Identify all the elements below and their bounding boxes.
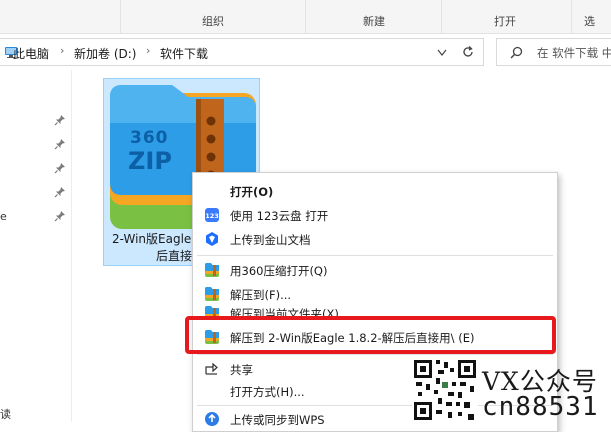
360zip-icon — [204, 262, 220, 278]
menu-item-label: 上传或同步到WPS — [230, 412, 325, 428]
breadcrumb-separator-icon: › — [146, 44, 150, 57]
breadcrumb-drive-d[interactable]: 新加卷 (D:) — [74, 45, 136, 62]
wps-cloud-icon — [204, 411, 220, 427]
nav-item-cut-label[interactable]: 读 — [0, 406, 11, 422]
search-box[interactable]: 在 软件下载 中 — [496, 38, 611, 66]
360zip-icon — [204, 286, 220, 302]
breadcrumb-separator-icon: › — [60, 44, 64, 57]
address-bar[interactable]: › 此电脑 › 新加卷 (D:) › 软件下载 — [0, 38, 484, 66]
qr-code — [412, 358, 478, 422]
share-icon — [204, 361, 220, 377]
watermark-line2: cn88531 — [482, 392, 599, 422]
refresh-icon[interactable] — [461, 45, 475, 59]
ribbon-label-new: 新建 — [363, 13, 385, 29]
kdocs-icon — [204, 231, 220, 247]
ribbon-label-organize: 组织 — [202, 13, 224, 29]
svg-text:ZIP: ZIP — [128, 147, 172, 175]
chevron-down-icon[interactable] — [437, 49, 447, 57]
pin-icon[interactable] — [54, 186, 66, 198]
menu-item-upload-kdocs[interactable]: 上传到金山文档 — [193, 227, 557, 251]
menu-item-label: 打开方式(H)... — [230, 384, 305, 400]
search-placeholder: 在 软件下载 中 — [537, 45, 611, 61]
svg-text:123: 123 — [205, 212, 219, 220]
ribbon-label-select: 选 — [584, 13, 595, 29]
svg-text:360: 360 — [130, 128, 169, 148]
menu-item-label: 使用 123云盘 打开 — [230, 208, 328, 224]
menu-separator — [197, 255, 553, 256]
ribbon-label-open: 打开 — [494, 13, 516, 29]
breadcrumb-software-downloads[interactable]: 软件下载 — [160, 45, 208, 62]
menu-item-open-360zip[interactable]: 用360压缩打开(Q) — [193, 258, 557, 282]
search-icon — [510, 46, 523, 59]
ribbon-group-clipboard — [0, 0, 121, 34]
ribbon-group-organize[interactable]: 组织 — [121, 0, 306, 34]
nav-item-cut-label[interactable]: e — [0, 210, 7, 223]
qr-code-icon — [412, 358, 478, 422]
highlight-box — [185, 316, 556, 354]
menu-item-open[interactable]: 打开(O) — [193, 179, 557, 203]
menu-item-label: 上传到金山文档 — [230, 232, 311, 248]
pin-icon[interactable] — [54, 210, 66, 222]
ribbon-group-select[interactable]: 选 — [572, 0, 611, 34]
ribbon-group-new[interactable]: 新建 — [306, 0, 442, 34]
pin-icon[interactable] — [54, 138, 66, 150]
menu-item-label: 共享 — [230, 362, 253, 378]
menu-item-label: 打开(O) — [230, 184, 273, 200]
menu-separator — [197, 354, 553, 355]
ribbon-group-open[interactable]: 打开 — [442, 0, 572, 34]
menu-item-open-with-123pan[interactable]: 123 使用 123云盘 打开 — [193, 203, 557, 227]
address-row: › 此电脑 › 新加卷 (D:) › 软件下载 在 软件下载 中 — [0, 38, 611, 66]
pin-icon[interactable] — [54, 114, 66, 126]
menu-item-label: 用360压缩打开(Q) — [230, 263, 327, 279]
ribbon: 组织 新建 打开 选 — [0, 0, 611, 34]
123pan-icon: 123 — [204, 207, 220, 223]
breadcrumb-this-pc[interactable]: 此电脑 — [13, 45, 49, 62]
navigation-pane: e 读 — [0, 70, 72, 422]
pin-icon[interactable] — [54, 162, 66, 174]
